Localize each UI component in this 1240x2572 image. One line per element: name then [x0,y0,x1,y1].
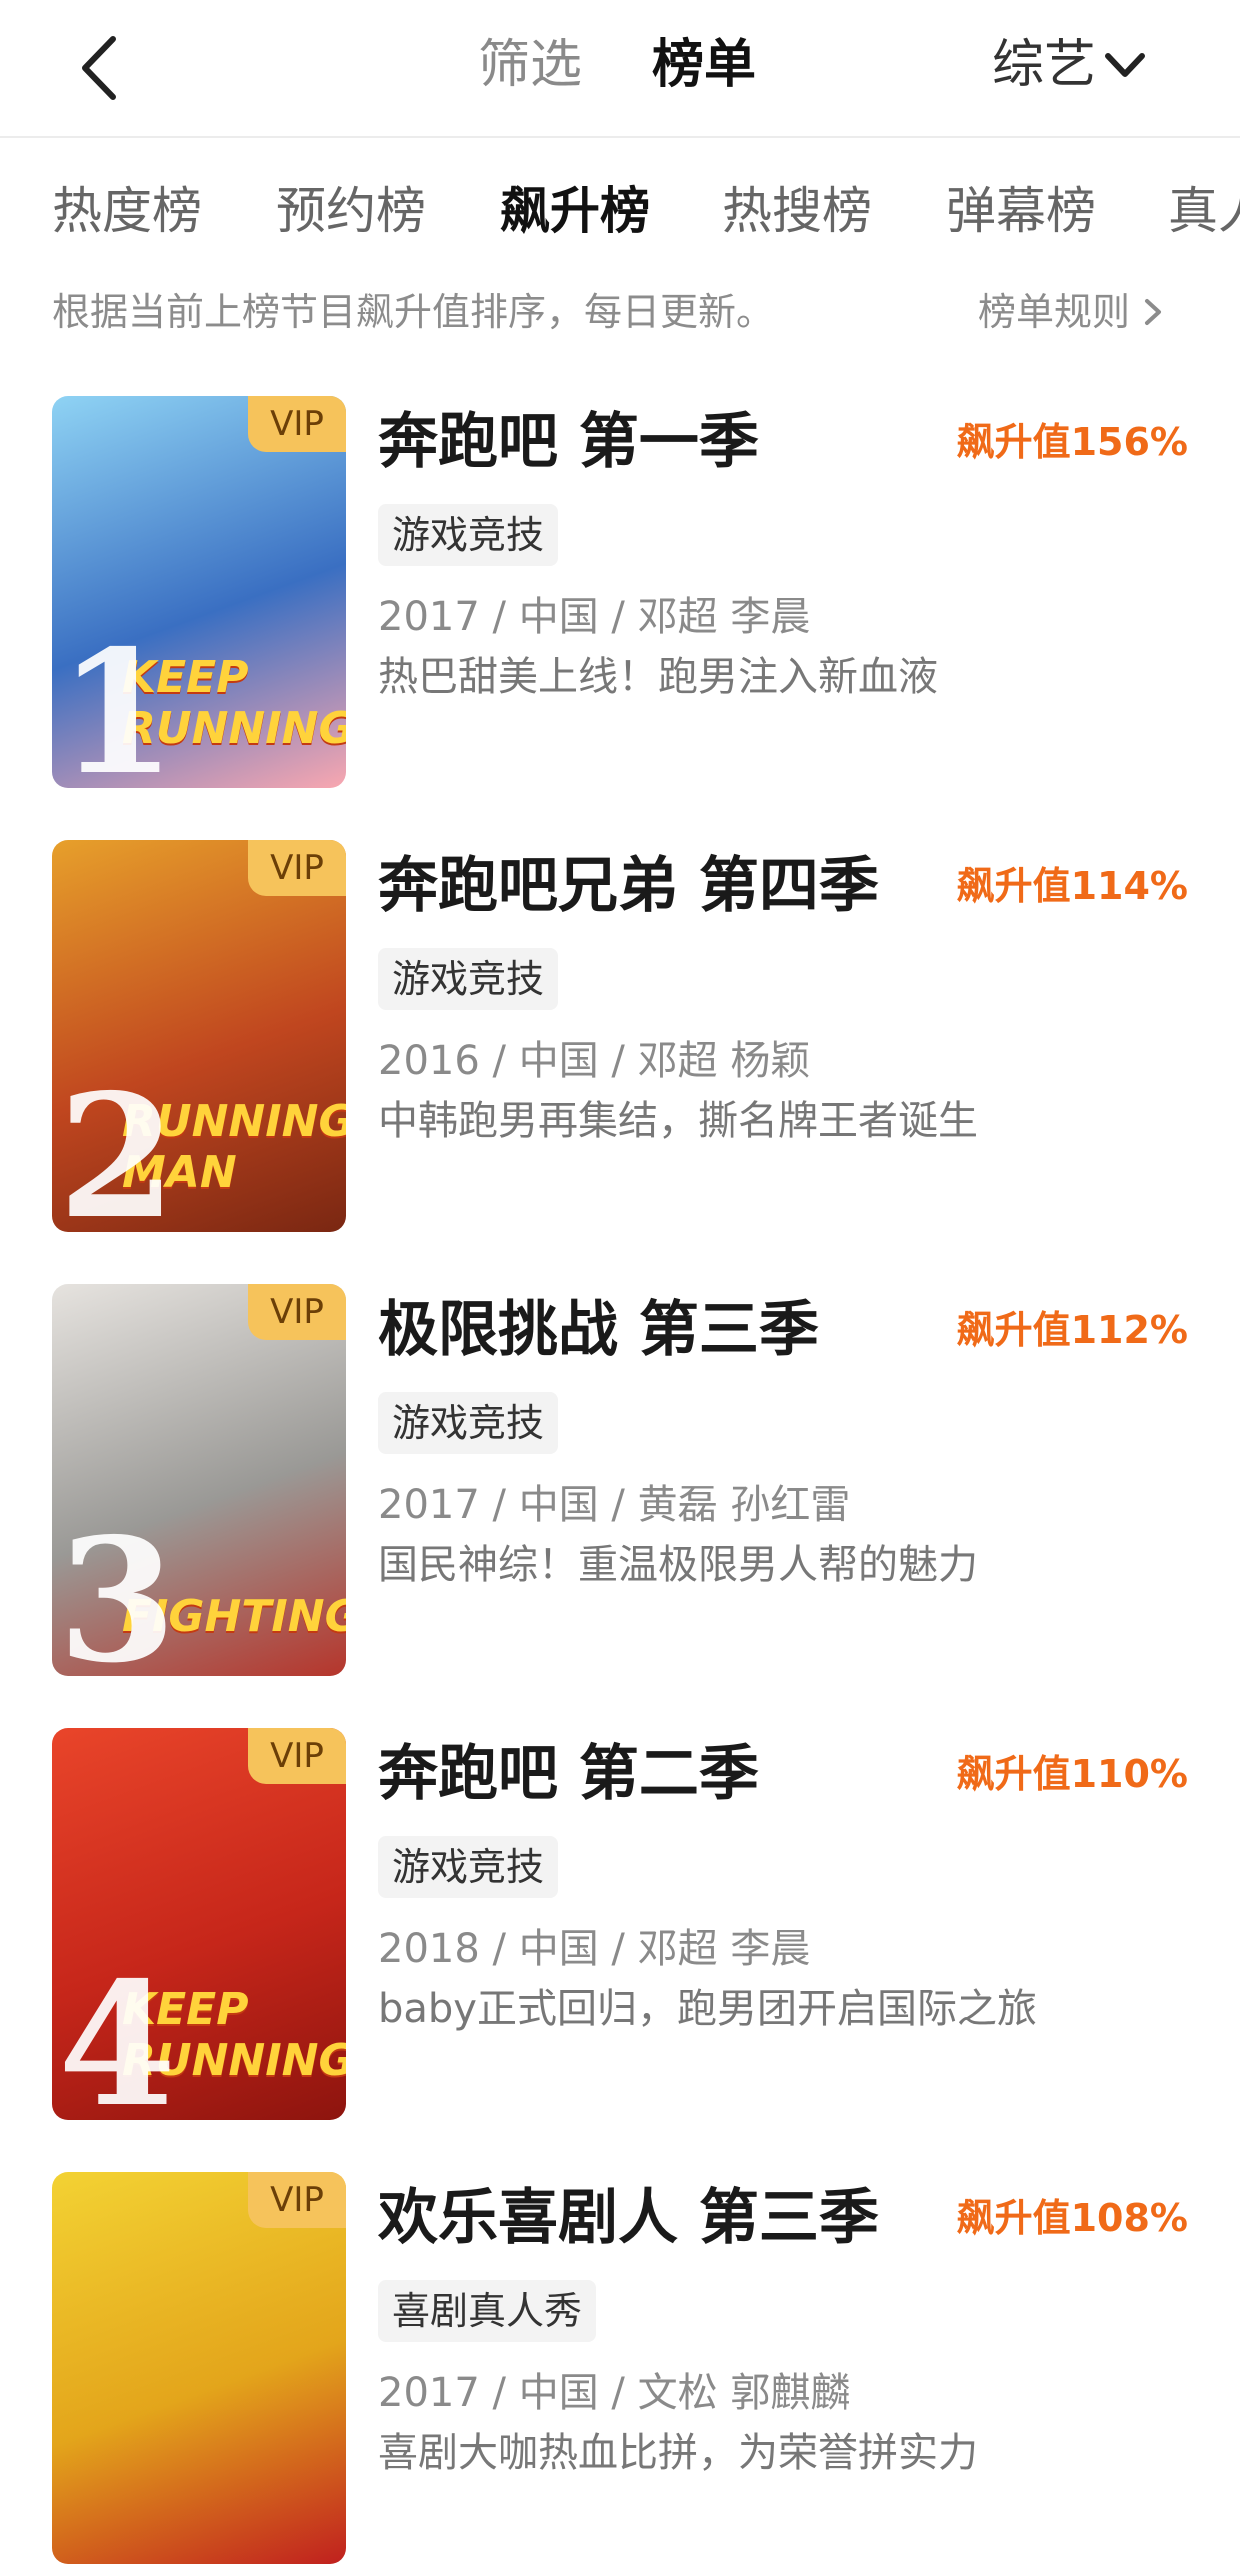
genre-tag[interactable]: 游戏竞技 [378,1836,559,1898]
chart-description: 根据当前上榜节目飙升值排序，每日更新。 [52,290,775,334]
rank-number: 2 [58,1057,177,1232]
category-dropdown[interactable]: 综艺 [992,30,1146,100]
item-blurb: 热巴甜美上线！跑男注入新血液 [378,654,938,700]
poster-image[interactable]: RUNNING MAN 2 VIP [52,840,346,1232]
rank-number: 3 [58,1501,177,1676]
item-meta: 2017 / 中国 / 文松 郭麒麟 [378,2370,851,2416]
top-nav-bar: 筛选 榜单 综艺 [0,0,1240,138]
list-item[interactable]: VIP 欢乐喜剧人 第三季 飙升值108% 喜剧真人秀 2017 / 中国 / … [0,2172,1240,2572]
back-button[interactable] [60,28,140,108]
item-blurb: 中韩跑男再集结，撕名牌王者诞生 [378,1098,978,1144]
item-meta: 2017 / 中国 / 邓超 李晨 [378,594,811,640]
tab-rank[interactable]: 榜单 [652,30,756,100]
tab-filter[interactable]: 筛选 [478,30,582,100]
vip-badge: VIP [248,1284,346,1340]
chart-tabs: 热度榜 预约榜 飙升榜 热搜榜 弹幕榜 真人 [0,160,1240,260]
rules-link[interactable]: 榜单规则 [978,284,1164,340]
chart-tab-search[interactable]: 热搜榜 [722,178,872,244]
list-item[interactable]: RUNNING MAN 2 VIP 奔跑吧兄弟 第四季 飙升值114% 游戏竞技… [0,840,1240,1240]
vip-badge: VIP [248,840,346,896]
item-meta: 2018 / 中国 / 邓超 李晨 [378,1926,811,1972]
rank-number: 4 [58,1945,177,2120]
rank-number: 1 [58,613,177,788]
item-title[interactable]: 奔跑吧兄弟 第四季 [378,844,879,928]
item-title[interactable]: 极限挑战 第三季 [378,1288,819,1372]
item-title[interactable]: 欢乐喜剧人 第三季 [378,2176,879,2260]
chevron-left-icon [82,36,116,100]
chart-tab-rising[interactable]: 飙升榜 [500,178,650,244]
genre-tag[interactable]: 游戏竞技 [378,1392,559,1454]
chart-tab-reservation[interactable]: 预约榜 [276,178,426,244]
rise-value: 飙升值108% [956,2196,1188,2240]
item-title[interactable]: 奔跑吧 第二季 [378,1732,759,1816]
item-blurb: 国民神综！重温极限男人帮的魅力 [378,1542,978,1588]
rise-value: 飙升值114% [956,864,1188,908]
chevron-down-icon [1105,53,1146,77]
list-item[interactable]: KEEP RUNNING 1 VIP 奔跑吧 第一季 飙升值156% 游戏竞技 … [0,396,1240,796]
rules-label: 榜单规则 [978,290,1131,334]
item-meta: 2017 / 中国 / 黄磊 孙红雷 [378,1482,851,1528]
item-meta: 2016 / 中国 / 邓超 杨颖 [378,1038,811,1084]
list-item[interactable]: KEEP RUNNING 4 VIP 奔跑吧 第二季 飙升值110% 游戏竞技 … [0,1728,1240,2128]
vip-badge: VIP [248,396,346,452]
chevron-right-icon [1145,299,1162,325]
vip-badge: VIP [248,2172,346,2228]
list-item[interactable]: FIGHTING! 3 VIP 极限挑战 第三季 飙升值112% 游戏竞技 20… [0,1284,1240,1684]
genre-tag[interactable]: 游戏竞技 [378,948,559,1010]
poster-image[interactable]: KEEP RUNNING 1 VIP [52,396,346,788]
item-blurb: 喜剧大咖热血比拼，为荣誉拼实力 [378,2430,978,2476]
poster-image[interactable]: VIP [52,2172,346,2564]
chart-tab-danmaku[interactable]: 弹幕榜 [946,178,1096,244]
rise-value: 飙升值112% [956,1308,1188,1352]
genre-tag[interactable]: 喜剧真人秀 [378,2280,597,2342]
item-blurb: baby正式回归，跑男团开启国际之旅 [378,1986,1037,2032]
poster-image[interactable]: FIGHTING! 3 VIP [52,1284,346,1676]
rise-value: 飙升值156% [956,420,1188,464]
poster-image[interactable]: KEEP RUNNING 4 VIP [52,1728,346,2120]
vip-badge: VIP [248,1728,346,1784]
rise-value: 飙升值110% [956,1752,1188,1796]
item-title[interactable]: 奔跑吧 第一季 [378,400,759,484]
chart-tab-hot[interactable]: 热度榜 [52,178,202,244]
category-label: 综艺 [992,35,1097,95]
genre-tag[interactable]: 游戏竞技 [378,504,559,566]
poster-art [52,2172,346,2564]
chart-tab-reality[interactable]: 真人 [1168,178,1240,244]
